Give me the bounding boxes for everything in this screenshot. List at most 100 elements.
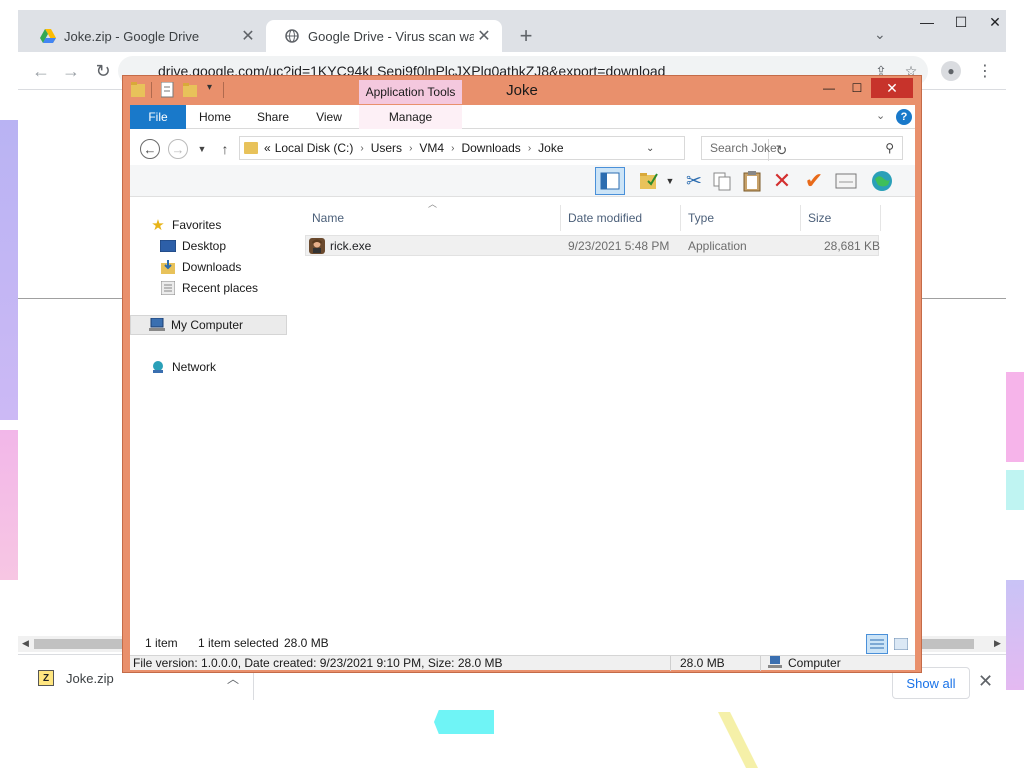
column-header-date-modified[interactable]: Date modified <box>561 205 681 231</box>
nav-downloads[interactable]: Downloads <box>160 257 241 277</box>
close-window-button[interactable]: ✕ <box>871 78 913 98</box>
organize-dropdown-icon[interactable]: ▼ <box>663 169 677 193</box>
breadcrumb-separator-icon[interactable]: › <box>528 143 531 154</box>
tab-view[interactable]: View <box>304 105 354 129</box>
tab-home[interactable]: Home <box>190 105 240 129</box>
properties-window-icon[interactable] <box>834 169 858 193</box>
tab-manage[interactable]: Manage <box>359 105 462 129</box>
nav-label: Network <box>172 360 217 374</box>
reload-icon[interactable]: ↻ <box>92 60 114 82</box>
search-box[interactable]: Search Joke ⚲ <box>701 136 903 160</box>
tab-share[interactable]: Share <box>248 105 298 129</box>
tab-title: Joke.zip - Google Drive <box>64 28 200 44</box>
glitch-artifact-right-cyan <box>1006 470 1024 510</box>
explorer-titlebar[interactable]: ▾ Application Tools Joke — ☐ ✕ <box>123 76 921 104</box>
glitch-artifact-right-purple <box>1006 580 1024 690</box>
tab-title: Google Drive - Virus scan warning <box>308 28 474 44</box>
tab-strip: Joke.zip - Google Drive ✕ Google Drive -… <box>18 10 1006 52</box>
profile-avatar-icon[interactable]: ● <box>940 60 962 82</box>
breadcrumb-local-disk[interactable]: Local Disk (C:) <box>275 141 354 155</box>
status-bar: 1 item 1 item selected 28.0 MB <box>130 633 915 655</box>
address-bar[interactable]: « Local Disk (C:) › Users › VM4 › Downlo… <box>239 136 787 161</box>
nav-label: Downloads <box>182 260 242 274</box>
tab-file[interactable]: File <box>130 105 186 129</box>
back-arrow-icon[interactable]: ← <box>140 139 160 159</box>
network-icon <box>150 360 166 374</box>
minimize-icon[interactable]: — <box>910 10 944 34</box>
copy-icon[interactable] <box>710 169 734 193</box>
breadcrumb-joke[interactable]: Joke <box>538 141 563 155</box>
column-header-name[interactable]: Name <box>305 205 561 231</box>
large-icons-view-icon[interactable] <box>890 634 912 654</box>
nav-label: Desktop <box>182 239 227 253</box>
delete-x-icon[interactable]: ✕ <box>770 168 794 193</box>
glitch-artifact-left-purple <box>0 120 18 420</box>
rick-exe-app-icon <box>309 237 325 254</box>
file-list-pane: ︿ Name Date modified Type Size rick.exe … <box>290 197 915 629</box>
new-tab-icon[interactable]: + <box>514 23 538 48</box>
search-icon[interactable]: ⚲ <box>885 141 894 155</box>
computer-icon <box>149 318 165 332</box>
scroll-left-icon[interactable]: ◀ <box>22 638 29 649</box>
downloads-folder-icon <box>160 260 176 274</box>
close-window-icon[interactable]: ✕ <box>978 10 1006 34</box>
details-view-icon[interactable] <box>866 634 888 654</box>
nav-my-computer[interactable]: My Computer <box>130 315 287 335</box>
breadcrumb-downloads[interactable]: Downloads <box>461 141 520 155</box>
details-separator <box>760 656 761 671</box>
breadcrumb-vm4[interactable]: VM4 <box>419 141 444 155</box>
chrome-menu-icon[interactable]: ⋮ <box>974 60 996 82</box>
explorer-window: ▾ Application Tools Joke — ☐ ✕ File Home… <box>122 75 922 673</box>
tab-virus-scan-warning[interactable]: Google Drive - Virus scan warning ✕ <box>266 20 502 52</box>
close-tab-icon[interactable]: ✕ <box>474 26 494 46</box>
organize-folder-icon[interactable] <box>635 169 665 193</box>
nav-recent-places[interactable]: Recent places <box>160 278 258 298</box>
command-toolbar: ▼ ✂ ✕ ✔ <box>130 165 915 197</box>
selected-size: 28.0 MB <box>284 636 329 650</box>
recent-locations-chevron-icon[interactable]: ▼ <box>192 139 212 159</box>
tab-search-chevron-icon[interactable]: ⌄ <box>874 26 886 43</box>
column-header-type[interactable]: Type <box>681 205 801 231</box>
nav-label: My Computer <box>171 318 244 332</box>
options-globe-icon[interactable] <box>870 169 894 193</box>
minimize-icon[interactable]: — <box>815 78 843 98</box>
scroll-right-icon[interactable]: ▶ <box>994 638 1001 649</box>
up-arrow-icon[interactable]: ↑ <box>215 139 235 159</box>
expand-ribbon-icon[interactable]: ⌄ <box>876 109 885 122</box>
forward-arrow-icon[interactable]: → <box>60 60 82 82</box>
file-row-rick-exe[interactable]: rick.exe 9/23/2021 5:48 PM Application 2… <box>305 235 880 256</box>
file-details-location: Computer <box>788 656 841 670</box>
address-history-chevron-icon[interactable]: ⌄ <box>646 143 654 154</box>
star-icon: ★ <box>151 217 165 234</box>
breadcrumb-separator-icon[interactable]: › <box>409 143 412 154</box>
preview-pane-icon[interactable] <box>595 167 625 195</box>
recent-places-icon <box>160 281 176 295</box>
paste-clipboard-icon[interactable] <box>740 169 764 193</box>
navigation-pane: ★ Favorites Desktop Downloads Recent pla… <box>130 197 290 629</box>
file-details-size: 28.0 MB <box>680 656 725 670</box>
close-tab-icon[interactable]: ✕ <box>238 26 258 46</box>
tab-joke-zip[interactable]: Joke.zip - Google Drive ✕ <box>22 20 266 52</box>
maximize-icon[interactable]: ☐ <box>944 10 978 34</box>
rename-checkmark-icon[interactable]: ✔ <box>802 168 826 193</box>
column-header-size[interactable]: Size <box>801 205 881 231</box>
explorer-title: Joke <box>506 82 538 99</box>
nav-favorites[interactable]: ★ Favorites <box>150 215 221 235</box>
cut-scissors-icon[interactable]: ✂ <box>682 169 706 193</box>
nav-desktop[interactable]: Desktop <box>160 236 226 256</box>
maximize-icon[interactable]: ☐ <box>843 78 871 98</box>
back-arrow-icon[interactable]: ← <box>30 60 52 82</box>
item-count: 1 item <box>145 636 178 650</box>
help-icon[interactable]: ? <box>896 109 912 125</box>
breadcrumb-overflow[interactable]: « <box>264 141 271 155</box>
nav-network[interactable]: Network <box>150 357 216 377</box>
forward-arrow-icon[interactable]: → <box>168 139 188 159</box>
breadcrumb-separator-icon[interactable]: › <box>451 143 454 154</box>
breadcrumb-users[interactable]: Users <box>371 141 402 155</box>
folder-icon <box>244 142 258 154</box>
file-name: rick.exe <box>330 238 372 253</box>
file-name-cell: rick.exe <box>309 236 371 255</box>
nav-label: Recent places <box>182 281 259 295</box>
breadcrumb-separator-icon[interactable]: › <box>360 143 363 154</box>
close-icon[interactable]: ✕ <box>978 671 993 692</box>
